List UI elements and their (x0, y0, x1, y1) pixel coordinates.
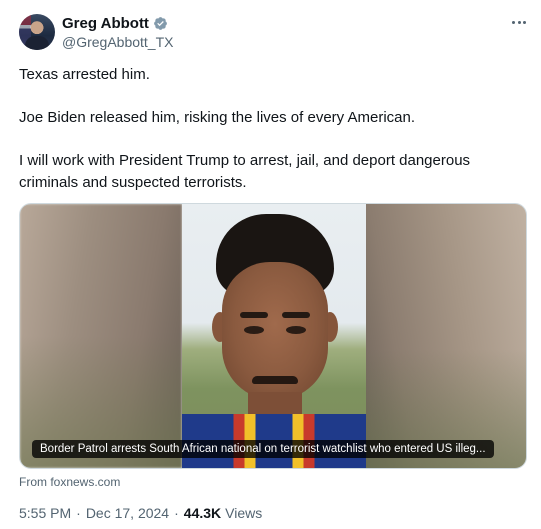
more-options-icon[interactable] (512, 15, 526, 29)
author-handle[interactable]: @GregAbbott_TX (62, 34, 174, 50)
author-display-name[interactable]: Greg Abbott (62, 15, 149, 32)
tweet-paragraph: Texas arrested him. (19, 66, 150, 83)
avatar[interactable] (19, 14, 55, 50)
media-blur-right (364, 204, 526, 468)
tweet-date[interactable]: Dec 17, 2024 (86, 505, 169, 521)
tweet-meta: 5:55 PM · Dec 17, 2024 · 44.3K Views (19, 505, 262, 521)
avatar-suit (25, 36, 49, 50)
news-photo (182, 204, 366, 468)
author-name-row: Greg Abbott (62, 14, 168, 32)
verified-badge-icon[interactable] (153, 16, 168, 31)
tweet-text: Texas arrested him. Joe Biden released h… (19, 64, 524, 215)
meta-separator: · (76, 505, 81, 521)
tweet-paragraph: I will work with President Trump to arre… (19, 152, 471, 191)
link-card-media[interactable]: Border Patrol arrests South African nati… (19, 203, 527, 469)
tweet-paragraph: Joe Biden released him, risking the live… (19, 109, 416, 126)
link-card-title[interactable]: Border Patrol arrests South African nati… (32, 440, 494, 458)
tweet-time[interactable]: 5:55 PM (19, 505, 71, 521)
media-blur-left (20, 204, 182, 468)
link-source[interactable]: From foxnews.com (19, 475, 120, 489)
views-label: Views (225, 505, 263, 521)
tweet-card: Greg Abbott @GregAbbott_TX Texas arreste… (0, 0, 541, 529)
meta-separator: · (174, 505, 179, 521)
views-count[interactable]: 44.3K (184, 505, 221, 521)
